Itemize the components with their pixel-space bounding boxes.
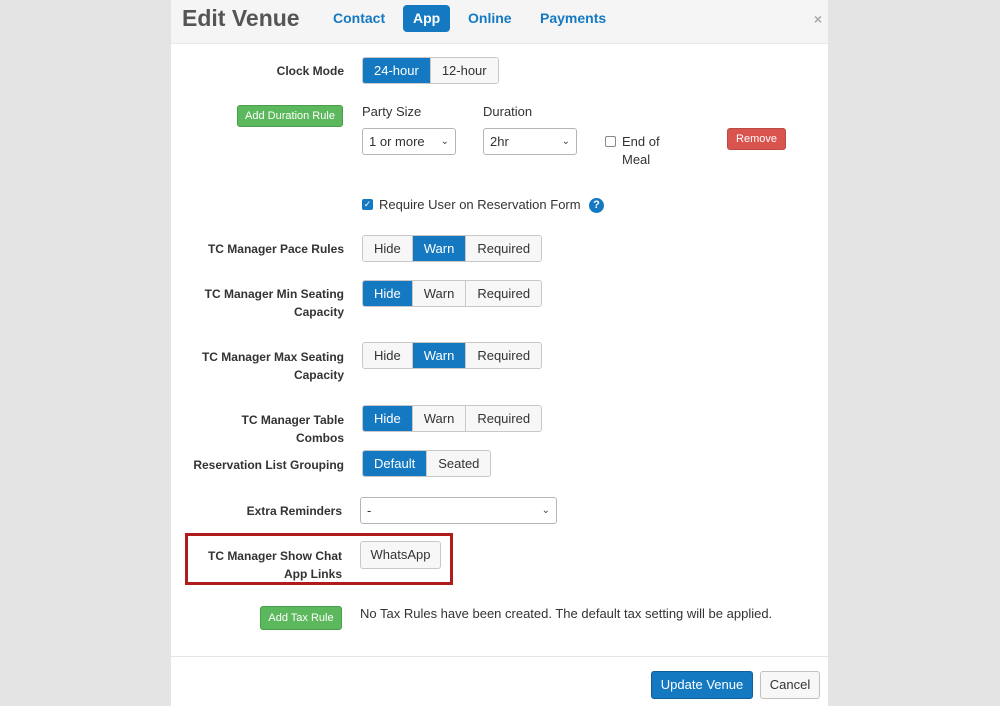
add-tax-rule-button[interactable]: Add Tax Rule — [260, 606, 342, 630]
clock-mode-24-hour[interactable]: 24-hour — [363, 58, 431, 83]
update-venue-button[interactable]: Update Venue — [651, 671, 753, 699]
duration-select[interactable]: 2hr ⌄ — [483, 128, 577, 155]
chevron-down-icon: ⌄ — [561, 136, 570, 147]
duration-label: Duration — [483, 104, 533, 119]
max-seating-toggle: Hide Warn Required — [362, 342, 543, 369]
modal-footer: Update Venue Cancel — [171, 656, 828, 706]
help-icon[interactable]: ? — [589, 198, 604, 213]
max-seating-warn[interactable]: Warn — [412, 343, 467, 368]
pace-rules-warn[interactable]: Warn — [412, 236, 467, 261]
list-grouping-toggle: Default Seated — [362, 450, 492, 477]
clock-mode-label: Clock Mode — [276, 64, 344, 78]
extra-reminders-select[interactable]: - ⌄ — [360, 497, 557, 524]
tab-app[interactable]: App — [403, 5, 451, 32]
min-seating-hide[interactable]: Hide — [363, 281, 413, 306]
party-size-label: Party Size — [362, 104, 422, 119]
list-grouping-label: Reservation List Grouping — [193, 458, 344, 472]
table-combos-warn[interactable]: Warn — [412, 406, 467, 431]
pace-rules-toggle: Hide Warn Required — [362, 235, 543, 262]
end-of-meal-label: End of Meal — [622, 134, 660, 167]
cancel-button[interactable]: Cancel — [760, 671, 820, 699]
duration-value: 2hr — [490, 134, 509, 149]
max-seating-label: TC Manager Max Seating Capacity — [201, 350, 344, 382]
clock-mode-12-hour[interactable]: 12-hour — [430, 58, 498, 83]
min-seating-warn[interactable]: Warn — [412, 281, 467, 306]
min-seating-required[interactable]: Required — [466, 281, 542, 306]
table-combos-required[interactable]: Required — [466, 406, 542, 431]
list-grouping-default[interactable]: Default — [363, 451, 428, 476]
chat-app-label: TC Manager Show Chat App Links — [207, 549, 342, 581]
tab-contact[interactable]: Contact — [323, 5, 395, 32]
close-icon[interactable]: × — [814, 11, 822, 27]
pace-rules-label: TC Manager Pace Rules — [207, 242, 344, 256]
tax-info-text: No Tax Rules have been created. The defa… — [360, 606, 773, 621]
party-size-value: 1 or more — [369, 134, 425, 149]
max-seating-hide[interactable]: Hide — [363, 343, 413, 368]
min-seating-label: TC Manager Min Seating Capacity — [204, 287, 344, 319]
extra-reminders-value: - — [367, 503, 372, 518]
remove-duration-rule-button[interactable]: Remove — [727, 128, 786, 150]
table-combos-hide[interactable]: Hide — [363, 406, 413, 431]
pace-rules-hide[interactable]: Hide — [363, 236, 413, 261]
require-user-label: Require User on Reservation Form — [379, 197, 581, 212]
end-of-meal-checkbox[interactable] — [605, 136, 616, 147]
table-combos-toggle: Hide Warn Required — [362, 405, 543, 432]
min-seating-toggle: Hide Warn Required — [362, 280, 543, 307]
list-grouping-seated[interactable]: Seated — [427, 451, 491, 476]
table-combos-label: TC Manager Table Combos — [241, 413, 344, 445]
tab-online[interactable]: Online — [458, 5, 522, 32]
edit-venue-modal: Edit Venue Contact App Online Payments ×… — [171, 0, 828, 706]
require-user-checkbox[interactable]: ✓ — [362, 199, 373, 210]
tab-payments[interactable]: Payments — [530, 5, 616, 32]
pace-rules-required[interactable]: Required — [466, 236, 542, 261]
chevron-down-icon: ⌄ — [440, 136, 449, 147]
extra-reminders-label: Extra Reminders — [246, 504, 342, 518]
modal-header: Edit Venue Contact App Online Payments × — [171, 0, 828, 44]
party-size-select[interactable]: 1 or more ⌄ — [362, 128, 456, 155]
whatsapp-button[interactable]: WhatsApp — [360, 541, 441, 569]
modal-title: Edit Venue — [182, 5, 300, 31]
clock-mode-toggle: 24-hour 12-hour — [362, 57, 499, 84]
add-duration-rule-button[interactable]: Add Duration Rule — [237, 105, 343, 127]
chevron-down-icon: ⌄ — [541, 505, 550, 516]
max-seating-required[interactable]: Required — [466, 343, 542, 368]
